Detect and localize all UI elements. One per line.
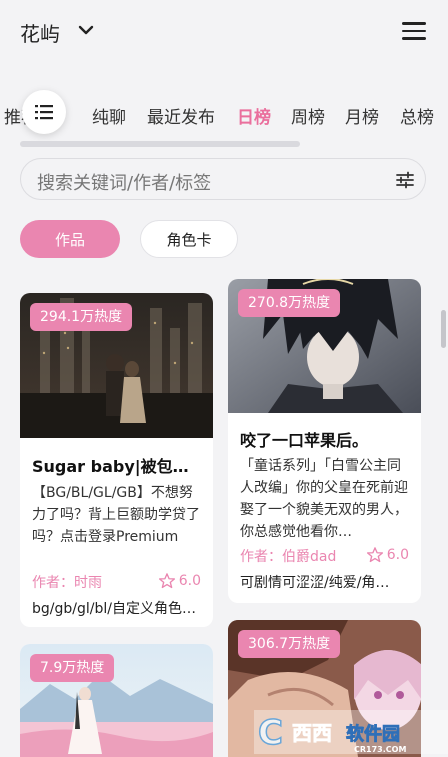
card-author[interactable]: 作者：时雨 [32, 572, 102, 592]
heat-badge: 270.8万热度 [238, 289, 341, 317]
card-rating: 6.0 [158, 572, 201, 590]
list-icon [35, 105, 53, 120]
app-title[interactable]: 花屿 [20, 18, 60, 47]
rating-value: 6.0 [178, 573, 201, 589]
tab-weekly[interactable]: 周榜 [291, 103, 325, 128]
ranking-tabs: 推荐 纯聊 最近发布 日榜 周榜 月榜 总榜 [0, 88, 448, 140]
tab-chat[interactable]: 纯聊 [92, 103, 126, 128]
work-card[interactable]: 294.1万热度 Sugar baby|被包养… 【BG/BL/GL/GB】不想… [20, 293, 213, 627]
search-input[interactable]: 搜索关键词/作者/标签 [37, 169, 211, 195]
card-title: Sugar baby|被包养… [32, 457, 203, 476]
tab-daily[interactable]: 日榜 [237, 103, 271, 128]
card-tags: bg/gb/gl/bl/自定义角色… [32, 601, 196, 617]
card-description: 「童话系列」「白雪公主同人改编」你的父皇在死前迎娶了一个貌美无双的男人，你总感觉… [240, 458, 408, 540]
card-description: 【BG/BL/GL/GB】不想努力了吗？背上巨额助学贷了吗？点击登录Premiu… [32, 485, 200, 545]
tab-total[interactable]: 总榜 [400, 103, 434, 128]
filter-role-card-button[interactable]: 角色卡 [140, 220, 238, 258]
search-bar[interactable]: 搜索关键词/作者/标签 [20, 158, 426, 200]
tab-recent[interactable]: 最近发布 [147, 103, 215, 128]
heat-badge: 294.1万热度 [30, 303, 133, 331]
heat-badge: 7.9万热度 [30, 654, 115, 682]
svg-text:软件园: 软件园 [346, 723, 400, 745]
filter-works-button[interactable]: 作品 [20, 220, 120, 258]
list-button[interactable] [22, 90, 66, 134]
card-title: 咬了一口苹果后。 [240, 431, 369, 450]
star-icon [366, 547, 383, 563]
chevron-down-icon[interactable] [78, 24, 94, 36]
svg-text:C: C [258, 713, 283, 753]
page-scrollbar[interactable] [441, 310, 446, 348]
svg-text:西西: 西西 [292, 721, 332, 745]
svg-text:CR173.COM: CR173.COM [354, 745, 406, 754]
card-rating: 6.0 [366, 546, 409, 564]
work-card[interactable]: 7.9万热度 [20, 644, 213, 757]
rating-value: 6.0 [386, 547, 409, 563]
menu-icon[interactable] [402, 22, 426, 40]
site-watermark-logo: C 西西 软件园 CR173.COM [254, 710, 448, 754]
top-header: 花屿 [0, 0, 448, 64]
card-author[interactable]: 作者：伯爵dad [240, 546, 336, 566]
work-card[interactable]: 270.8万热度 咬了一口苹果后。 「童话系列」「白雪公主同人改编」你的父皇在死… [228, 279, 421, 603]
tab-monthly[interactable]: 月榜 [345, 103, 379, 128]
filter-icon[interactable] [395, 170, 415, 190]
star-icon [158, 573, 175, 589]
card-tags: 可剧情可涩涩/纯爱/角… [240, 575, 390, 591]
heat-badge: 306.7万热度 [238, 630, 341, 658]
tab-scrollbar[interactable] [20, 141, 300, 147]
